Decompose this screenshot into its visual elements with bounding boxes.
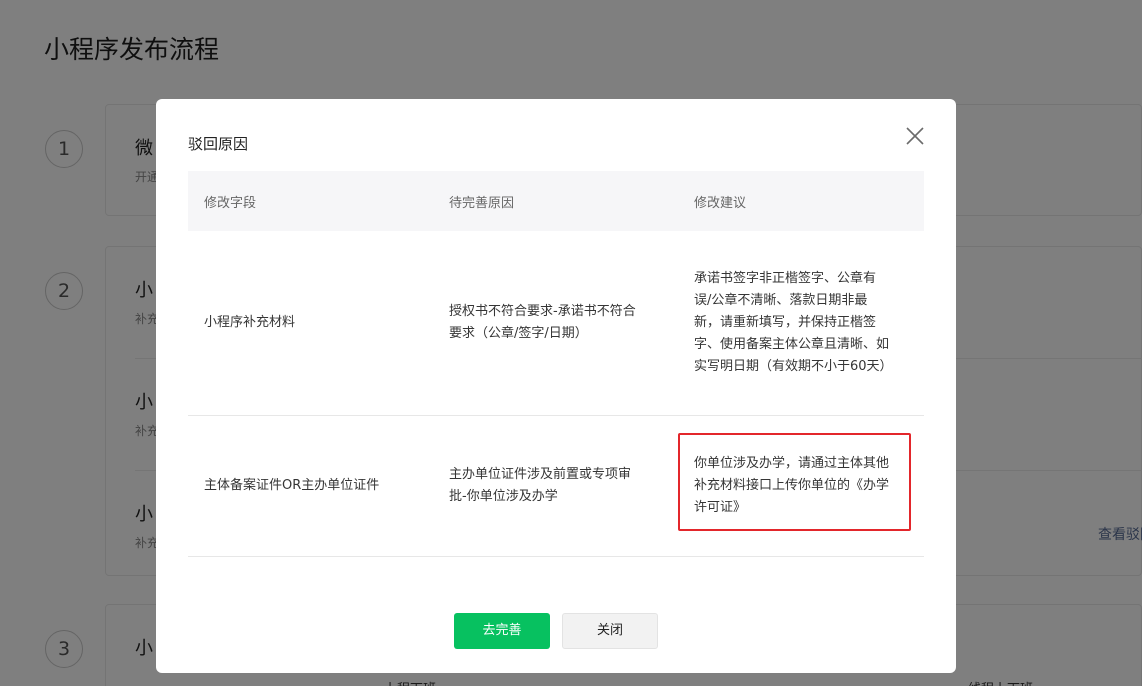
suggestion-line: 字、使用备案主体公章且清晰、如 [694, 337, 890, 352]
row-field: 小程序补充材料 [204, 315, 296, 330]
suggestion-line: 误/公章不清晰、落款日期非最 [694, 293, 868, 308]
reason-line: 授权书不符合要求-承诺书不符合 [449, 304, 636, 319]
close-button[interactable]: 关闭 [562, 613, 658, 649]
reason-line: 批-你单位涉及办学 [449, 489, 558, 504]
header-reason: 待完善原因 [449, 196, 515, 211]
header-field: 修改字段 [204, 196, 257, 211]
header-suggestion: 修改建议 [694, 196, 747, 211]
rejection-reason-dialog: 驳回原因 修改字段 待完善原因 修改建议 小程序补充材料 授权书不符合要求-承诺… [156, 99, 956, 673]
go-complete-button[interactable]: 去完善 [454, 613, 550, 649]
row-reason: 授权书不符合要求-承诺书不符合 要求（公章/签字/日期） [449, 301, 636, 345]
reason-line: 主办单位证件涉及前置或专项审 [449, 467, 632, 482]
reason-line: 要求（公章/签字/日期） [449, 326, 588, 341]
table-header: 修改字段 待完善原因 修改建议 [188, 171, 924, 231]
suggestion-line: 承诺书签字非正楷签字、公章有 [694, 271, 877, 286]
close-icon[interactable] [904, 125, 926, 147]
table-row: 小程序补充材料 授权书不符合要求-承诺书不符合 要求（公章/签字/日期） 承诺书… [188, 231, 924, 416]
suggestion-line: 新，请重新填写，并保持正楷签 [694, 315, 877, 330]
highlight-box [678, 433, 911, 531]
row-field: 主体备案证件OR主办单位证件 [204, 478, 380, 493]
row-suggestion: 承诺书签字非正楷签字、公章有 误/公章不清晰、落款日期非最 新，请重新填写，并保… [694, 268, 893, 378]
suggestion-line: 实写明日期（有效期不小于60天） [694, 359, 893, 374]
dialog-title: 驳回原因 [188, 135, 249, 153]
row-reason: 主办单位证件涉及前置或专项审 批-你单位涉及办学 [449, 464, 631, 508]
